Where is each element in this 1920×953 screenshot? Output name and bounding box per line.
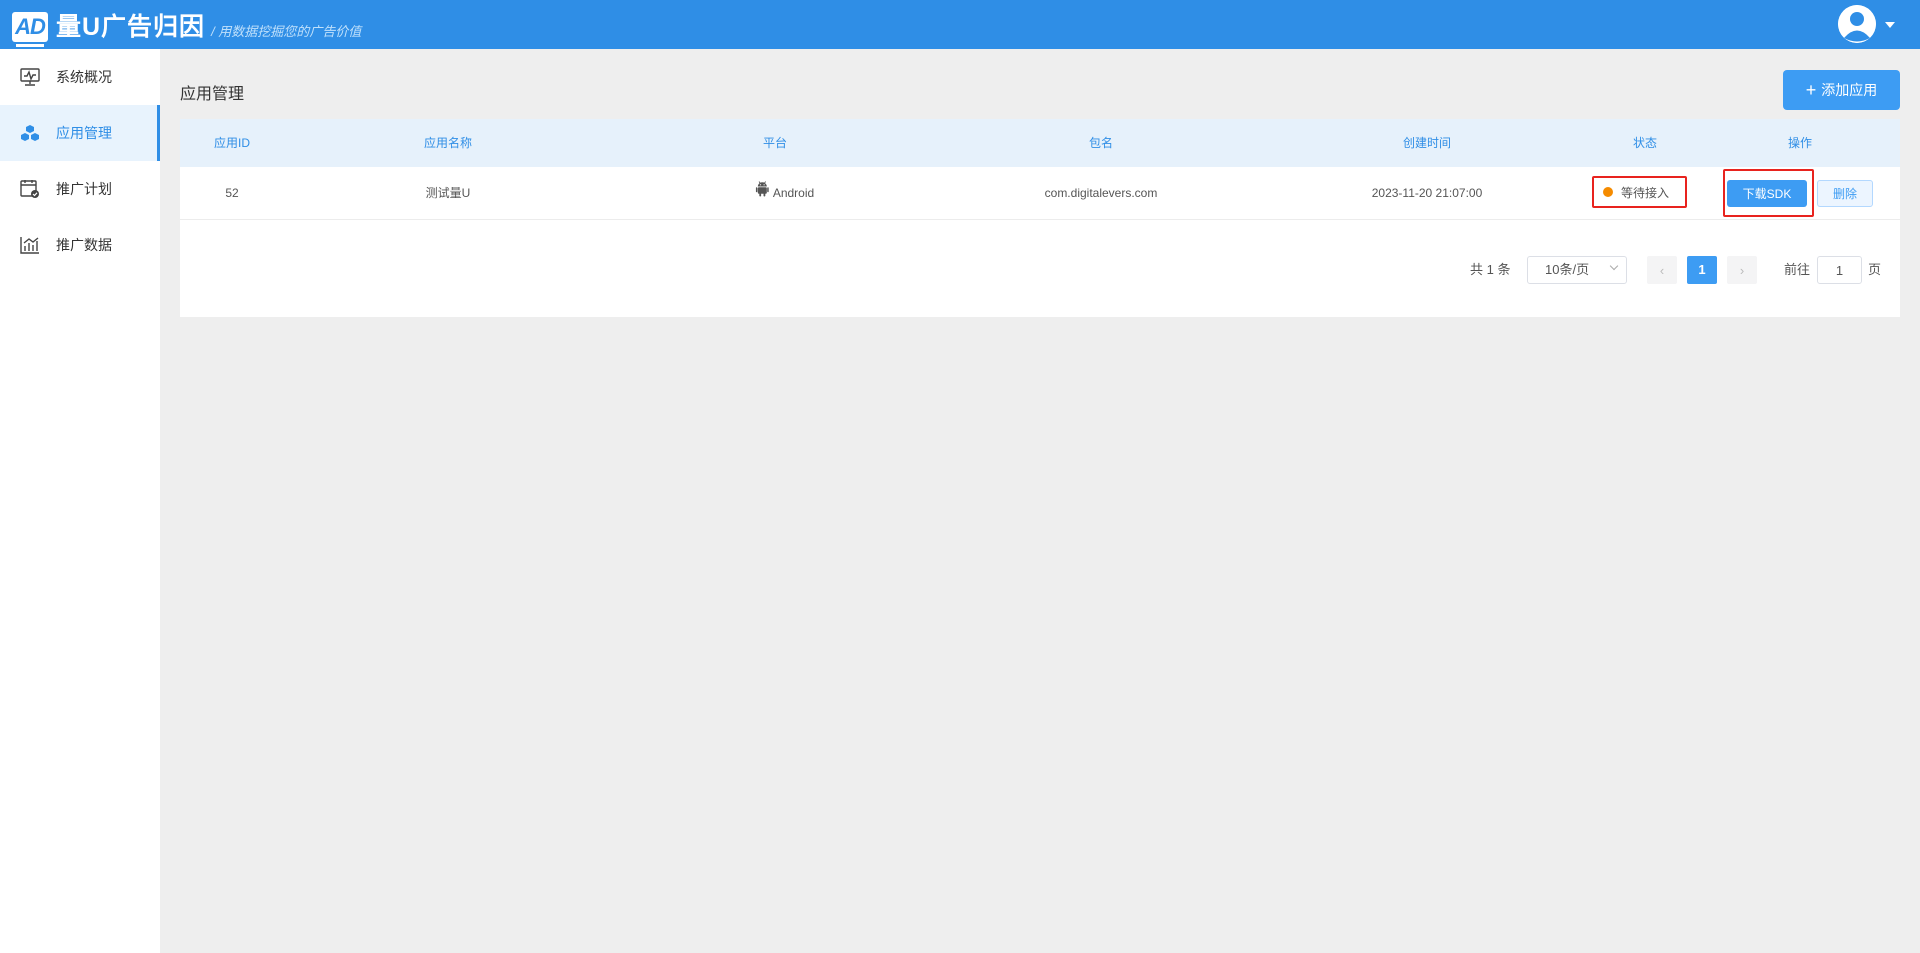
cubes-icon [20, 123, 40, 143]
goto-label: 前往 [1784, 262, 1811, 277]
logo-name: 量U广告归因 [56, 13, 206, 41]
sidebar-item-promotion-plan[interactable]: 推广计划 [0, 161, 160, 217]
logo-slogan: / 用数据挖掘您的广告价值 [211, 24, 362, 39]
app-table-card: 应用ID 应用名称 平台 包名 创建时间 状态 操作 52 测试量U Andro… [180, 119, 1900, 317]
status-badge: 等待接入 [1592, 176, 1687, 208]
prev-page-button[interactable]: ‹ [1647, 256, 1677, 284]
sidebar-item-label: 系统概况 [56, 69, 112, 85]
cell-package: com.digitalevers.com [1044, 186, 1158, 200]
sidebar-item-promotion-data[interactable]: 推广数据 [0, 217, 160, 273]
column-header-id: 应用ID [213, 136, 251, 150]
cell-platform-label: Android [772, 186, 815, 200]
add-app-button[interactable]: + 添加应用 [1783, 70, 1900, 110]
download-sdk-button[interactable]: 下载SDK [1727, 180, 1807, 207]
column-header-status: 状态 [1632, 136, 1658, 150]
status-text: 等待接入 [1621, 185, 1670, 200]
chevron-down-icon [1609, 261, 1619, 271]
chevron-right-icon: › [1739, 262, 1745, 278]
column-header-platform: 平台 [762, 136, 788, 150]
sidebar-item-label: 推广计划 [56, 181, 112, 197]
delete-button[interactable]: 删除 [1817, 180, 1873, 207]
calendar-check-icon [20, 179, 40, 199]
column-header-actions: 操作 [1787, 136, 1813, 150]
sidebar-item-overview[interactable]: 系统概况 [0, 49, 160, 105]
page-size-value: 10条/页 [1545, 262, 1590, 277]
page-suffix-label: 页 [1868, 262, 1882, 277]
goto-page-input[interactable] [1817, 256, 1862, 284]
add-app-label: 添加应用 [1821, 82, 1878, 98]
pagination-total: 共 1 条 [1470, 262, 1511, 277]
column-header-created: 创建时间 [1402, 136, 1452, 150]
cell-created-time: 2023-11-20 21:07:00 [1371, 186, 1483, 200]
cell-app-name: 测试量U [425, 186, 471, 200]
top-header: AD 量U广告归因 / 用数据挖掘您的广告价值 [0, 0, 1920, 49]
user-avatar-icon[interactable] [1838, 5, 1876, 43]
logo-badge: AD [12, 12, 48, 47]
sidebar-item-app-management[interactable]: 应用管理 [0, 105, 160, 161]
sidebar-item-label: 推广数据 [56, 237, 112, 253]
chevron-left-icon: ‹ [1659, 262, 1665, 278]
column-header-package: 包名 [1088, 136, 1114, 150]
sidebar-item-label: 应用管理 [56, 125, 112, 141]
cell-app-id: 52 [225, 186, 239, 200]
bar-chart-icon [20, 235, 40, 255]
page-size-select[interactable]: 10条/页 [1527, 256, 1627, 284]
page-number-current[interactable]: 1 [1687, 256, 1717, 284]
logo[interactable]: AD 量U广告归因 / 用数据挖掘您的广告价值 [12, 6, 362, 47]
next-page-button[interactable]: › [1727, 256, 1757, 284]
caret-down-icon[interactable] [1885, 22, 1895, 28]
table-header: 应用ID 应用名称 平台 包名 创建时间 状态 操作 [180, 119, 1900, 167]
status-dot-icon [1603, 187, 1613, 197]
monitor-icon [20, 67, 40, 87]
plus-icon: + [1805, 80, 1817, 100]
sidebar: 系统概况 应用管理 推广计划 推广数据 [0, 49, 160, 953]
page-title: 应用管理 [180, 86, 245, 103]
android-icon [755, 167, 769, 220]
column-header-name: 应用名称 [423, 136, 473, 150]
cell-platform: Android [755, 167, 815, 220]
